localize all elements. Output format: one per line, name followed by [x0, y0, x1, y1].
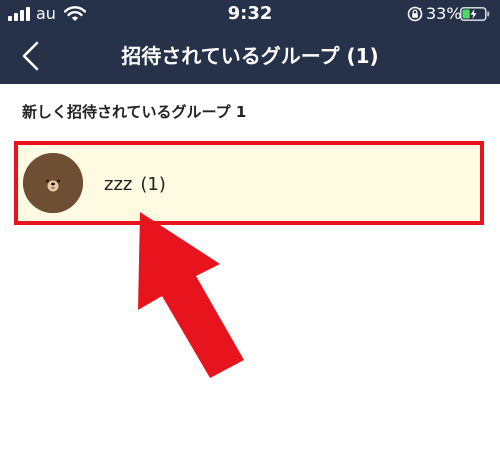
orientation-lock-icon: [407, 6, 423, 22]
screen: au 9:32 33% 招待されているグループ (1) 新しく招待されているグル…: [0, 0, 500, 466]
bear-avatar-icon: [23, 153, 83, 213]
status-time: 9:32: [227, 3, 273, 24]
red-arrow-icon: [138, 212, 244, 378]
nav-bar: 招待されているグループ (1): [0, 28, 500, 84]
group-name: zzz (1): [104, 173, 166, 197]
battery-percent: 33%: [426, 4, 462, 23]
group-name-text: zzz: [104, 174, 133, 195]
chevron-left-icon[interactable]: [14, 38, 50, 74]
status-bar: au 9:32 33%: [0, 0, 500, 28]
member-count: (1): [140, 174, 166, 195]
section-header: 新しく招待されているグループ 1: [22, 103, 247, 121]
battery-icon: [460, 7, 490, 21]
page-title: 招待されているグループ (1): [121, 44, 379, 68]
